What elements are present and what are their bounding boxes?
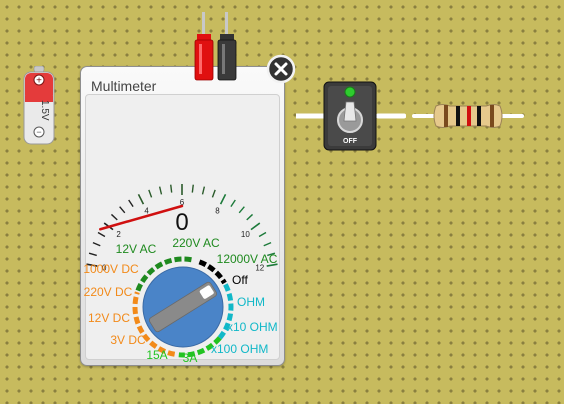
resistor-band-3 <box>467 106 471 126</box>
scale-major-tick <box>219 193 227 205</box>
scale-minor-tick <box>246 213 254 221</box>
scale-tick-label: 8 <box>215 206 220 215</box>
switch-state-label: OFF <box>343 138 358 145</box>
battery-voltage-label: 1.5V <box>39 100 50 121</box>
battery-minus-label: − <box>36 127 41 137</box>
switch-indicator-light <box>344 86 356 98</box>
switch-lever[interactable] <box>343 101 357 122</box>
scale-minor-tick <box>211 189 216 198</box>
scale-minor-tick <box>92 241 101 247</box>
mode-option-12000v-ac[interactable]: 12000V AC <box>217 252 278 266</box>
multimeter-probes[interactable] <box>190 12 242 82</box>
scale-minor-tick <box>170 184 173 193</box>
scale-minor-tick <box>88 252 97 257</box>
scale-minor-tick <box>97 231 106 238</box>
mode-option-off[interactable]: Off <box>232 273 248 287</box>
scale-tick-label: 2 <box>116 230 121 239</box>
resistor-band-1 <box>444 105 448 127</box>
scale-minor-tick <box>119 206 126 214</box>
meter-needle <box>99 204 184 231</box>
scale-major-tick <box>137 193 145 205</box>
battery-component[interactable]: + 1.5V − <box>22 66 56 148</box>
scale-minor-tick <box>148 189 153 198</box>
mode-option-1000v-dc[interactable]: 1000V DC <box>83 262 139 276</box>
mode-option-220v-ac[interactable]: 220V AC <box>172 236 220 250</box>
mode-option-x100-ohm[interactable]: x100 OHM <box>211 342 268 356</box>
mode-option-12v-ac[interactable]: 12V AC <box>116 242 157 256</box>
scale-minor-tick <box>191 184 194 193</box>
red-probe[interactable] <box>194 12 214 81</box>
digital-reading: 0 <box>175 209 188 236</box>
mode-option-3v-dc[interactable]: 3V DC <box>110 333 146 347</box>
scale-minor-tick <box>128 199 134 208</box>
resistor-band-4 <box>477 106 481 126</box>
resistor-band-5 <box>490 105 494 127</box>
resistor-band-2 <box>456 106 460 126</box>
scale-minor-tick <box>201 186 206 195</box>
mode-option-12v-dc[interactable]: 12V DC <box>88 311 130 325</box>
scale-tick-label: 10 <box>241 230 250 239</box>
multimeter[interactable]: Multimeter 0 2 4 6 8 10 12 0 12V AC 220V AC 1200… <box>80 66 285 366</box>
mode-option-ohm[interactable]: OHM <box>237 295 265 309</box>
close-multimeter-button[interactable] <box>266 54 296 84</box>
mode-option-15a[interactable]: 15A <box>146 348 167 362</box>
battery-plus-label: + <box>36 76 42 87</box>
scale-minor-tick <box>263 241 272 247</box>
scale-minor-tick <box>238 206 245 214</box>
scale-minor-tick <box>258 231 267 238</box>
resistor-component[interactable] <box>412 100 524 132</box>
scale-tick-label: 4 <box>144 206 149 215</box>
mode-option-x10-ohm[interactable]: x10 OHM <box>227 320 278 334</box>
mode-option-3a[interactable]: 3A <box>183 351 198 365</box>
black-probe[interactable] <box>217 12 237 81</box>
scale-major-tick <box>250 222 261 231</box>
scale-minor-tick <box>110 213 118 221</box>
mode-option-220v-dc[interactable]: 220V DC <box>84 285 133 299</box>
scale-minor-tick <box>230 199 236 208</box>
scale-minor-tick <box>158 186 163 195</box>
toggle-switch[interactable]: OFF <box>296 80 406 152</box>
multimeter-graphics: 024681012 0 12V AC 220V AC12000V ACOffOHM… <box>83 184 278 365</box>
